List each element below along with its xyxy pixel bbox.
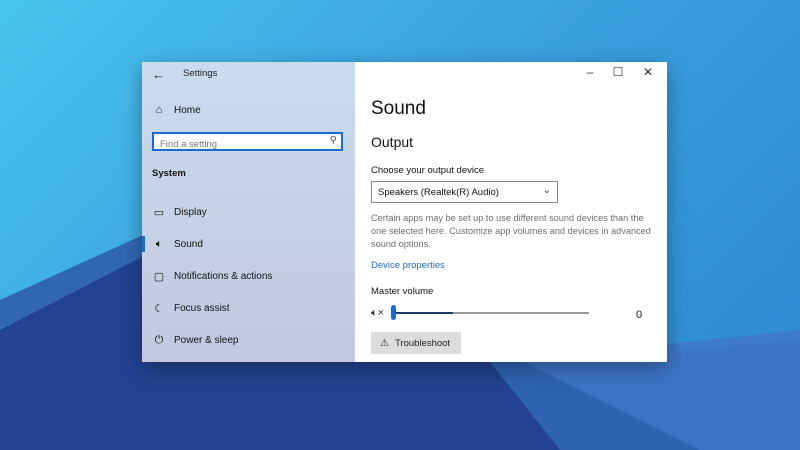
sidebar-item-notifications[interactable]: ▢ Notifications & actions: [142, 263, 355, 289]
sidebar-item-label: Focus assist: [174, 302, 230, 314]
volume-slider-thumb[interactable]: [391, 305, 396, 320]
muted-speaker-icon[interactable]: 🔈︎×: [371, 307, 384, 320]
sidebar-item-display[interactable]: ▭ Display: [142, 199, 355, 225]
sidebar-item-label: Power & sleep: [174, 334, 239, 346]
output-device-dropdown[interactable]: Speakers (Realtek(R) Audio) ⌄: [371, 181, 558, 203]
description-text: Certain apps may be set up to use differ…: [371, 213, 651, 249]
volume-label: Master volume: [371, 286, 434, 297]
warning-icon: ⚠: [380, 337, 389, 349]
volume-slider-fill: [393, 312, 453, 314]
sidebar-item-sound[interactable]: 🔈︎ Sound: [142, 231, 355, 257]
search-box[interactable]: ⚲: [152, 132, 343, 152]
dropdown-value: Speakers (Realtek(R) Audio): [378, 186, 499, 198]
chevron-down-icon: ⌄: [542, 185, 551, 196]
troubleshoot-label: Troubleshoot: [394, 337, 451, 349]
volume-value: 0: [636, 309, 643, 321]
sidebar: ← Settings ⌂ Home ⚲ System ▭ Display 🔈︎ …: [142, 62, 355, 362]
search-icon[interactable]: ⚲: [330, 135, 337, 146]
speaker-icon: 🔈︎: [155, 237, 163, 250]
notifications-icon: ▢: [153, 270, 165, 283]
volume-slider-track[interactable]: [393, 312, 589, 314]
nav-home-label: Home: [174, 104, 201, 116]
power-icon: ⏻: [154, 333, 164, 346]
back-arrow-icon[interactable]: ←: [152, 67, 165, 82]
sidebar-item-label: Display: [174, 206, 207, 218]
maximize-icon[interactable]: ☐: [608, 65, 628, 79]
sidebar-item-focus-assist[interactable]: ☾ Focus assist: [142, 295, 355, 321]
device-properties-link[interactable]: Device properties: [371, 260, 445, 271]
settings-window: ← Settings ⌂ Home ⚲ System ▭ Display 🔈︎ …: [142, 62, 667, 362]
section-title: Output: [371, 134, 414, 150]
output-device-label: Choose your output device: [371, 165, 485, 176]
sidebar-item-power-sleep[interactable]: ⏻ Power & sleep: [142, 327, 355, 353]
search-input[interactable]: [154, 137, 325, 152]
close-icon[interactable]: ✕: [638, 65, 658, 79]
nav-home[interactable]: ⌂ Home: [142, 97, 355, 123]
page-title: Sound: [371, 98, 426, 119]
window-title: Settings: [183, 68, 218, 79]
sidebar-item-label: Sound: [174, 238, 203, 250]
home-icon: ⌂: [155, 104, 163, 116]
minimize-icon[interactable]: –: [580, 65, 600, 79]
troubleshoot-button[interactable]: ⚠ Troubleshoot: [371, 332, 461, 354]
main-panel: – ☐ ✕ Sound Output Choose your output de…: [355, 62, 667, 362]
monitor-icon: ▭: [153, 206, 165, 219]
section-label: System: [152, 168, 186, 179]
sidebar-item-label: Notifications & actions: [174, 270, 273, 282]
moon-icon: ☾: [154, 302, 164, 315]
